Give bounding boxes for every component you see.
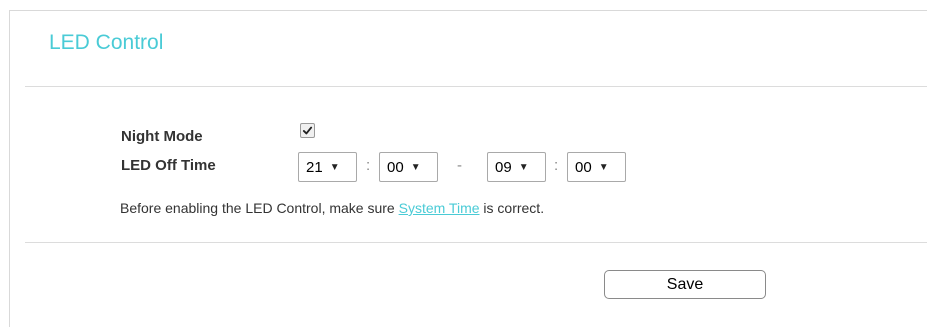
end-minute-select[interactable]: 00 ▼ [567, 152, 626, 182]
start-hour-select[interactable]: 21 ▼ [298, 152, 357, 182]
note-suffix: is correct. [479, 200, 545, 216]
night-mode-checkbox[interactable] [300, 123, 315, 138]
divider-top [25, 86, 927, 87]
caret-down-icon: ▼ [329, 161, 340, 173]
range-separator: - [457, 157, 462, 174]
save-button[interactable]: Save [604, 270, 766, 299]
night-mode-label: Night Mode [121, 128, 203, 145]
system-time-note: Before enabling the LED Control, make su… [120, 200, 544, 216]
led-off-time-label: LED Off Time [121, 157, 216, 174]
checkmark-icon [302, 126, 313, 135]
end-hour-select[interactable]: 09 ▼ [487, 152, 546, 182]
caret-down-icon: ▼ [410, 161, 421, 173]
start-minute-select[interactable]: 00 ▼ [379, 152, 438, 182]
start-hour-value: 21 [306, 158, 323, 176]
page-title: LED Control [49, 31, 164, 54]
divider-bottom [25, 242, 927, 243]
led-control-panel: LED Control Night Mode LED Off Time 21 ▼… [9, 10, 927, 327]
end-hour-value: 09 [495, 158, 512, 176]
time-colon: : [366, 157, 371, 174]
time-colon: : [554, 157, 559, 174]
caret-down-icon: ▼ [598, 161, 609, 173]
start-minute-value: 00 [387, 158, 404, 176]
caret-down-icon: ▼ [518, 161, 529, 173]
system-time-link[interactable]: System Time [399, 200, 480, 216]
end-minute-value: 00 [575, 158, 592, 176]
note-prefix: Before enabling the LED Control, make su… [120, 200, 399, 216]
